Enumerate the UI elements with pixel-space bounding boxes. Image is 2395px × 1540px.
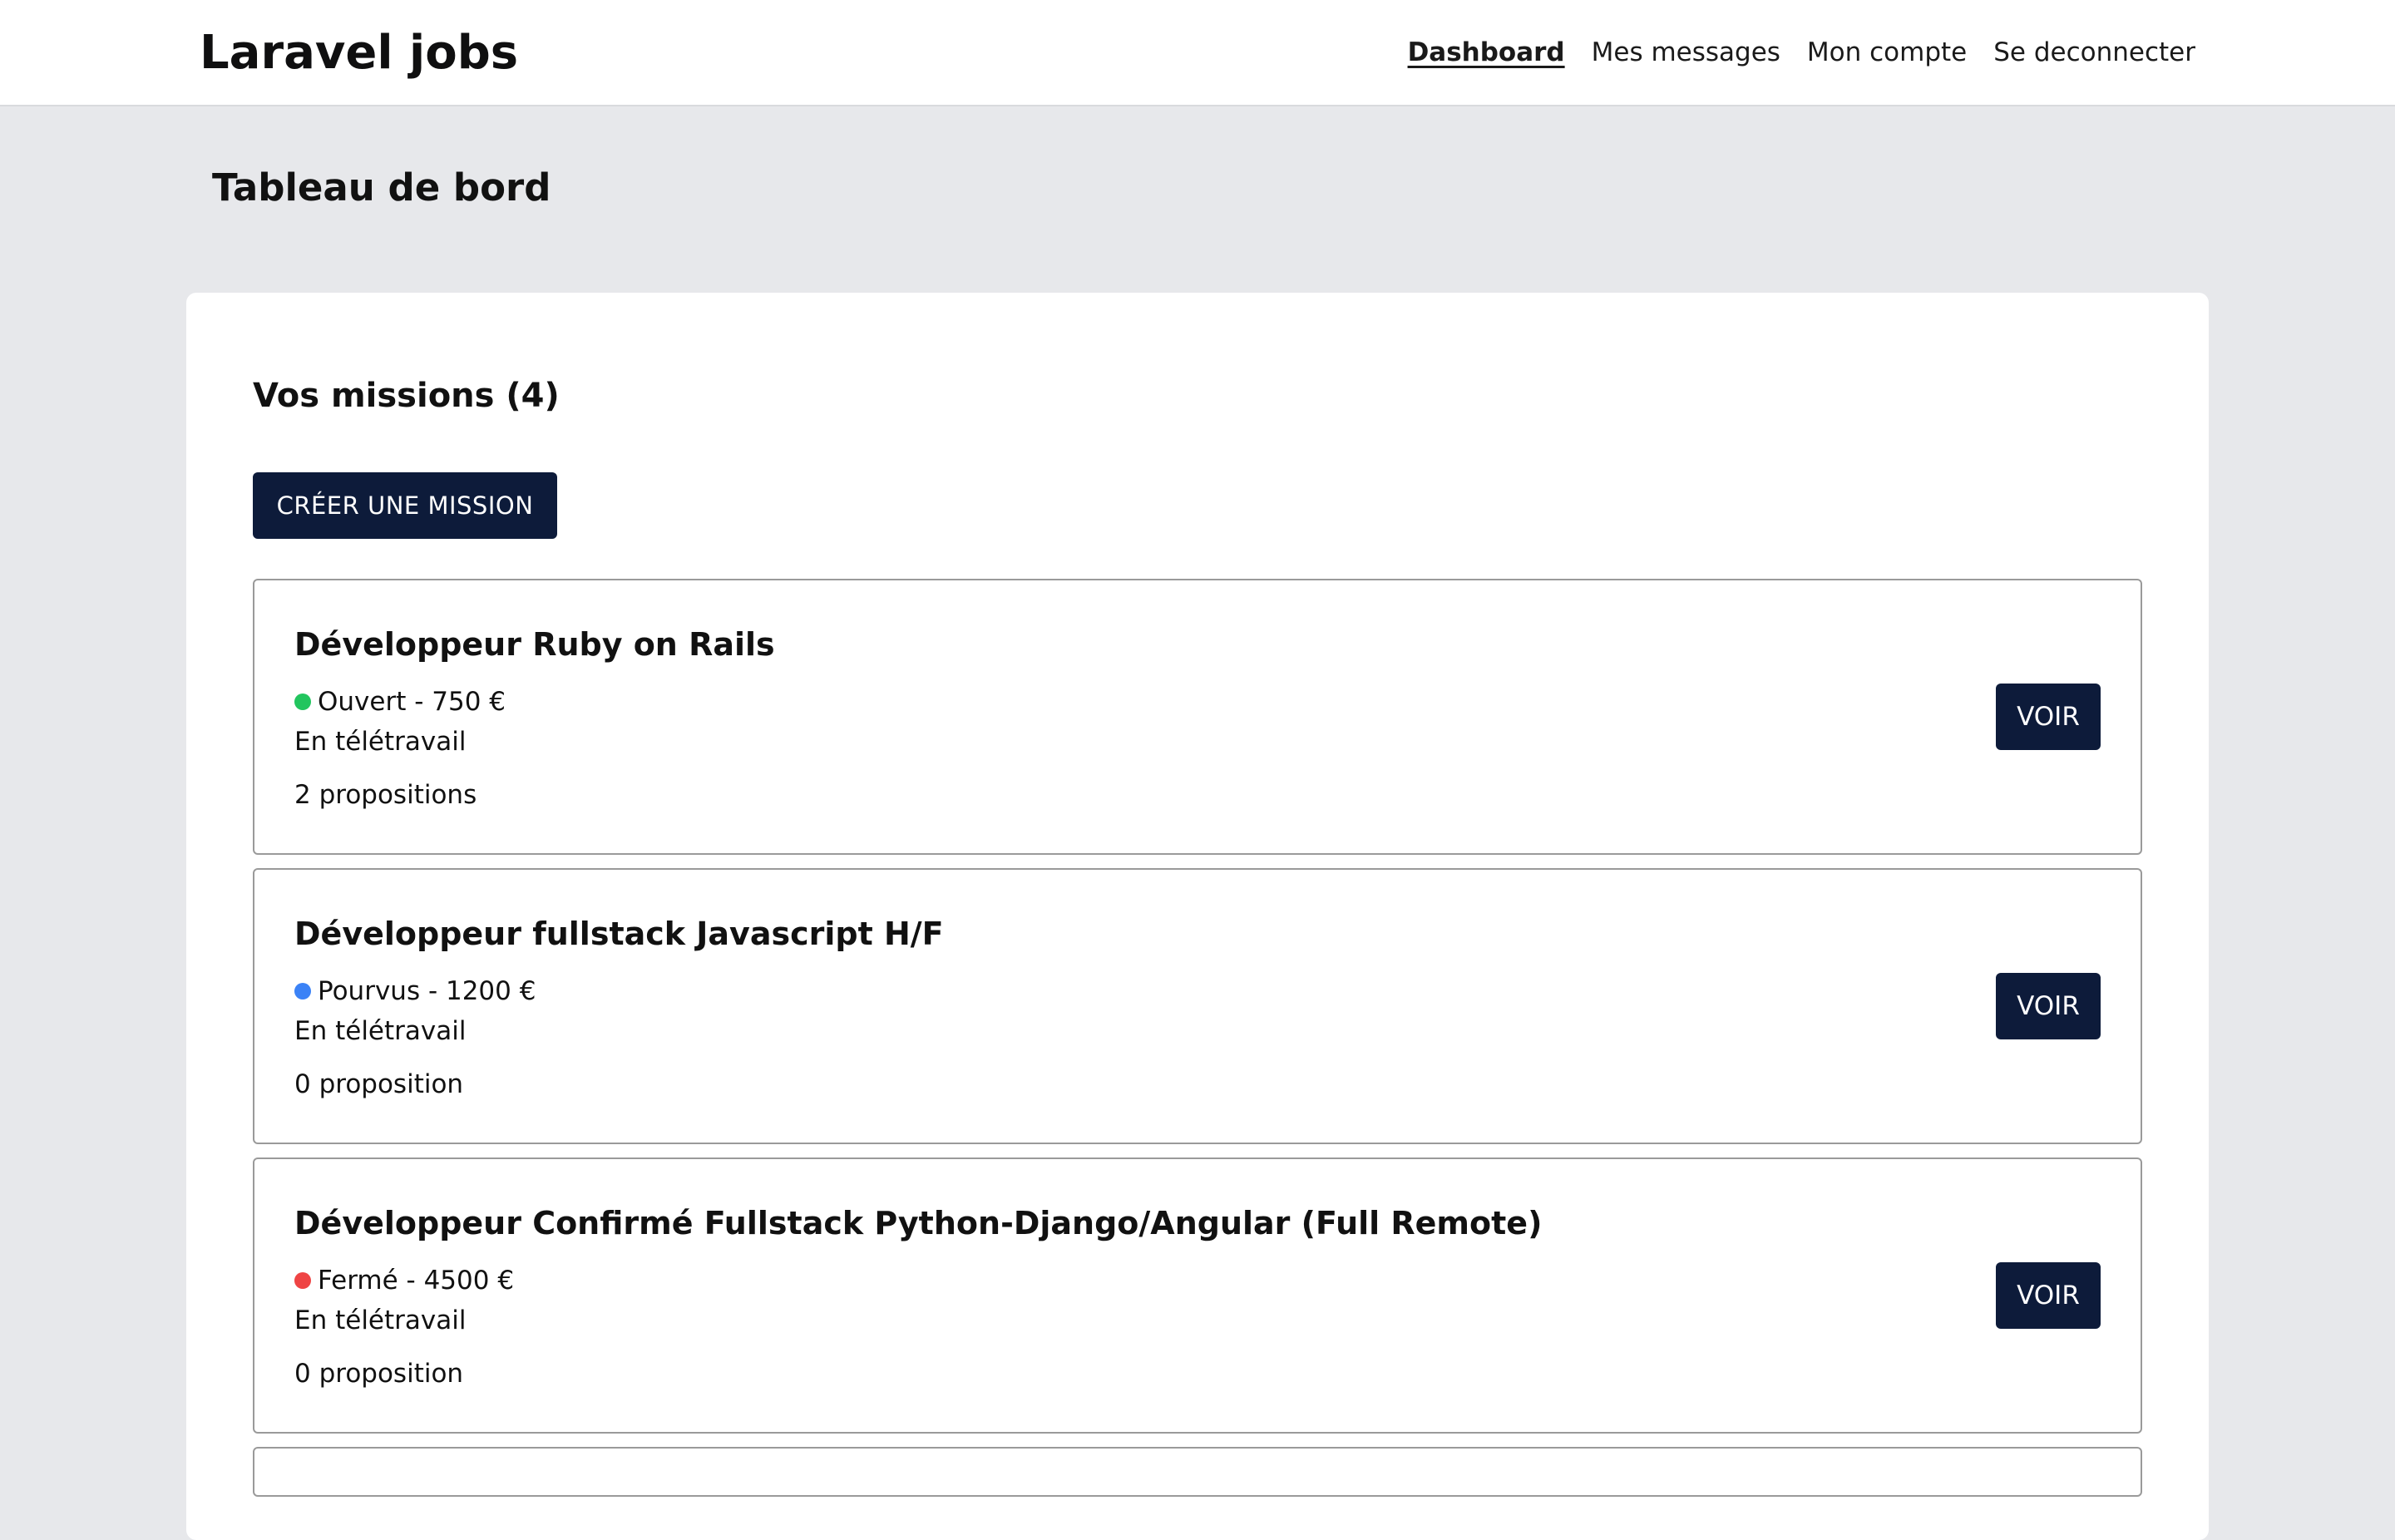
mission-title: Développeur Ruby on Rails xyxy=(294,626,775,663)
brand-logo[interactable]: Laravel jobs xyxy=(200,22,518,85)
mission-title: Développeur Confirmé Fullstack Python-Dj… xyxy=(294,1205,1543,1241)
mission-proposals-count: 0 proposition xyxy=(294,1359,464,1389)
create-mission-button[interactable]: CRÉER UNE MISSION xyxy=(253,472,557,539)
nav-messages[interactable]: Mes messages xyxy=(1592,33,1780,72)
mission-card: Développeur Confirmé Fullstack Python-Dj… xyxy=(253,1157,2142,1434)
nav-dashboard[interactable]: Dashboard xyxy=(1408,33,1565,72)
mission-location: En télétravail xyxy=(294,1306,467,1335)
mission-status-text: Fermé - 4500 € xyxy=(318,1266,515,1296)
view-mission-button[interactable]: VOIR xyxy=(1996,684,2101,750)
status-dot-icon xyxy=(294,983,311,1000)
mission-title: Développeur fullstack Javascript H/F xyxy=(294,916,944,952)
status-dot-icon xyxy=(294,1272,311,1289)
nav-account[interactable]: Mon compte xyxy=(1807,33,1967,72)
status-dot-icon xyxy=(294,693,311,710)
mission-status-text: Ouvert - 750 € xyxy=(318,687,506,717)
mission-location: En télétravail xyxy=(294,727,467,757)
mission-status: Ouvert - 750 € xyxy=(294,684,506,720)
mission-card xyxy=(253,1447,2142,1497)
mission-card: Développeur fullstack Javascript H/F Pou… xyxy=(253,868,2142,1144)
mission-status-text: Pourvus - 1200 € xyxy=(318,976,536,1006)
mission-proposals-count: 2 propositions xyxy=(294,780,477,810)
mission-status: Fermé - 4500 € xyxy=(294,1262,514,1299)
nav-logout[interactable]: Se deconnecter xyxy=(1993,33,2195,72)
top-navbar: Laravel jobs Dashboard Mes messages Mon … xyxy=(0,0,2395,106)
mission-proposals-count: 0 proposition xyxy=(294,1069,464,1099)
mission-location: En télétravail xyxy=(294,1016,467,1046)
view-mission-button[interactable]: VOIR xyxy=(1996,1262,2101,1329)
view-mission-button[interactable]: VOIR xyxy=(1996,973,2101,1039)
missions-panel: Vos missions (4) CRÉER UNE MISSION Dével… xyxy=(186,293,2209,1540)
mission-status: Pourvus - 1200 € xyxy=(294,973,536,1009)
page-title: Tableau de bord xyxy=(212,165,551,210)
main-nav: Dashboard Mes messages Mon compte Se dec… xyxy=(1408,33,2195,72)
missions-section-title: Vos missions (4) xyxy=(253,377,560,415)
mission-card: Développeur Ruby on Rails Ouvert - 750 €… xyxy=(253,579,2142,855)
